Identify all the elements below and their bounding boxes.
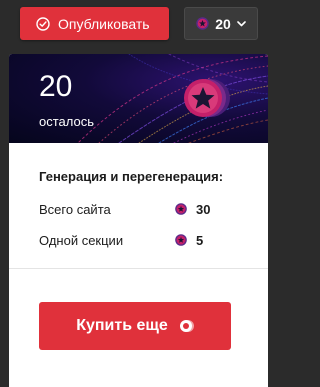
chevron-down-icon <box>236 20 246 27</box>
divider <box>9 268 268 269</box>
credits-hero: 20 осталось <box>9 54 268 143</box>
credits-count: 20 <box>215 15 231 32</box>
buy-more-label: Купить еще <box>76 317 168 334</box>
star-coin-icon <box>175 203 187 215</box>
coin-icon <box>179 319 194 333</box>
star-coin-icon <box>184 79 230 117</box>
row-label-section: Одной секции <box>39 233 124 248</box>
row-value-section: 5 <box>196 233 204 248</box>
credits-dropdown[interactable]: 20 <box>184 7 258 40</box>
generation-section-title: Генерация и перегенерация: <box>39 169 224 184</box>
publish-label: Опубликовать <box>58 15 150 32</box>
row-label-site: Всего сайта <box>39 202 111 217</box>
credits-count-large: 20 <box>39 70 73 103</box>
credits-remaining-caption: осталось <box>39 114 95 129</box>
check-circle-icon <box>36 16 50 31</box>
buy-more-button[interactable]: Купить еще <box>39 302 231 350</box>
publish-button[interactable]: Опубликовать <box>20 7 169 40</box>
row-value-site: 30 <box>196 202 211 217</box>
star-coin-icon <box>175 234 187 246</box>
star-coin-icon <box>196 17 209 30</box>
credits-panel: 20 осталось Генерация и перегенерация: В… <box>9 54 268 387</box>
